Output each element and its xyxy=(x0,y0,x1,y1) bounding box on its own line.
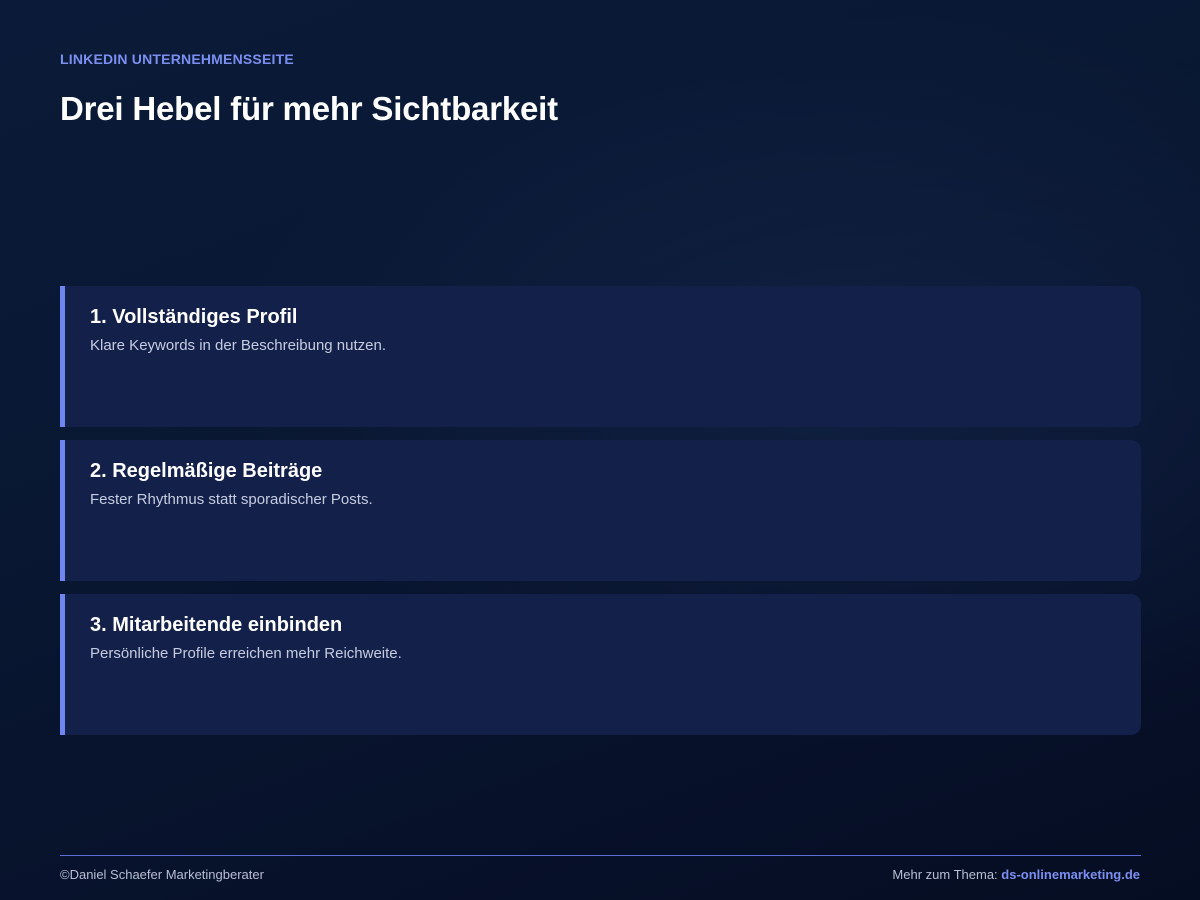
lever-card-title: 3. Mitarbeitende einbinden xyxy=(90,614,343,636)
section-kicker: LINKEDIN UNTERNEHMENSSEITE xyxy=(60,51,294,67)
footer-copyright: ©Daniel Schaefer Marketingberater xyxy=(60,867,264,882)
footer-more-info: Mehr zum Thema: ds-onlinemarketing.de xyxy=(892,867,1140,882)
lever-card-3: 3. Mitarbeitende einbinden Persönliche P… xyxy=(60,594,1141,735)
lever-card-list: 1. Vollständiges Profil Klare Keywords i… xyxy=(60,286,1141,748)
footer-more-label: Mehr zum Thema: xyxy=(892,867,998,882)
footer-divider xyxy=(60,855,1141,856)
lever-card-description: Fester Rhythmus statt sporadischer Posts… xyxy=(90,491,373,508)
lever-card-description: Klare Keywords in der Beschreibung nutze… xyxy=(90,337,387,354)
slide: LINKEDIN UNTERNEHMENSSEITE Drei Hebel fü… xyxy=(0,0,1200,900)
lever-card-1: 1. Vollständiges Profil Klare Keywords i… xyxy=(60,286,1141,427)
footer-website-link[interactable]: ds-onlinemarketing.de xyxy=(1001,867,1140,882)
lever-card-2: 2. Regelmäßige Beiträge Fester Rhythmus … xyxy=(60,440,1141,581)
page-title: Drei Hebel für mehr Sichtbarkeit xyxy=(60,90,558,127)
lever-card-description: Persönliche Profile erreichen mehr Reich… xyxy=(90,645,402,662)
lever-card-title: 1. Vollständiges Profil xyxy=(90,306,298,328)
lever-card-title: 2. Regelmäßige Beiträge xyxy=(90,460,323,482)
